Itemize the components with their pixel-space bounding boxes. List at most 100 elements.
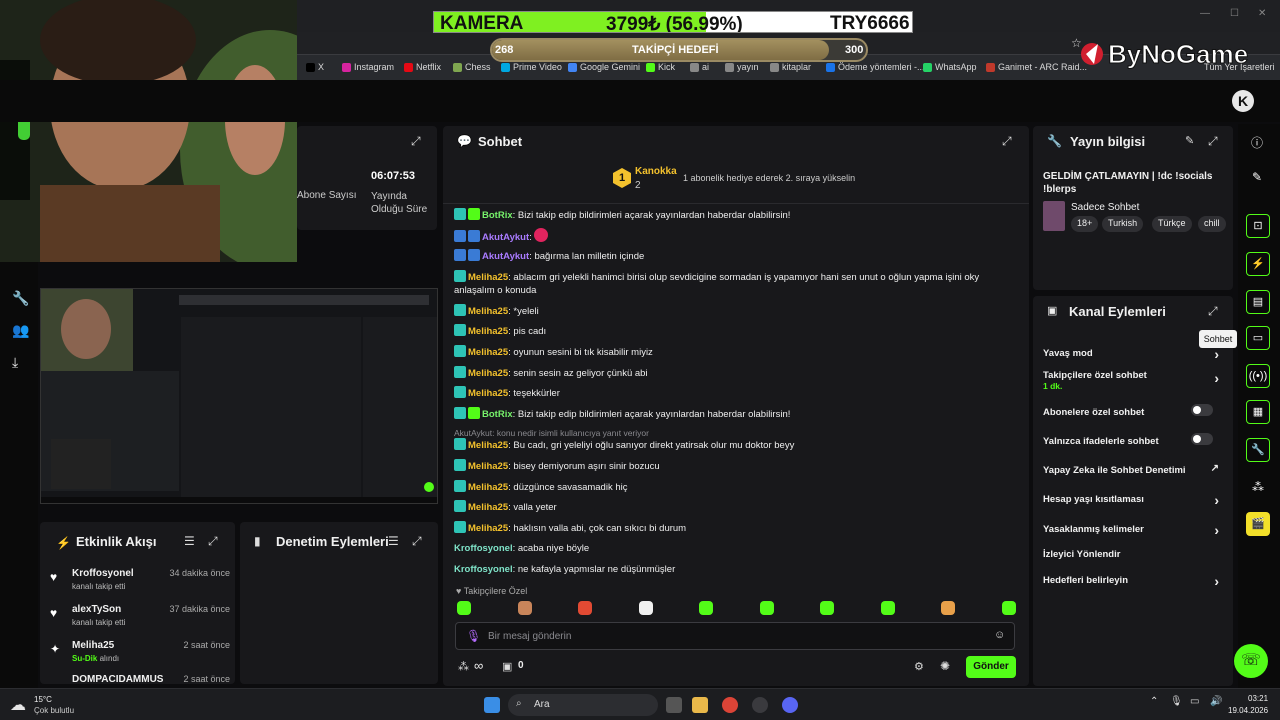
chat-username[interactable]: Meliha25 <box>468 388 508 399</box>
category-name[interactable]: Sadece Sohbet <box>1071 202 1139 213</box>
emote-icon[interactable] <box>1001 601 1016 615</box>
points-icon[interactable]: ⁂ <box>458 660 469 673</box>
bookmark-item[interactable]: Netflix <box>404 62 441 72</box>
bolt-icon[interactable]: ⚡ <box>1246 252 1270 276</box>
stream-preview[interactable] <box>40 288 438 504</box>
emote-icon[interactable] <box>820 601 834 615</box>
toggle-switch[interactable] <box>1191 433 1213 445</box>
emoji-icon[interactable]: ☺ <box>994 629 1005 641</box>
wrench-icon[interactable]: 🔧 <box>1246 438 1270 462</box>
wrench-icon[interactable]: 🔧 <box>12 290 29 307</box>
chat-username[interactable]: Meliha25 <box>468 440 508 451</box>
filter-icon[interactable]: ☰ <box>184 534 195 548</box>
emote-icon[interactable] <box>699 601 713 615</box>
bookmark-item[interactable]: Kick <box>646 62 675 72</box>
document-icon[interactable]: ▤ <box>1246 290 1270 314</box>
bookmark-item[interactable]: Google Gemini <box>568 62 640 72</box>
bookmark-item[interactable]: Instagram <box>342 62 394 72</box>
chat-username[interactable]: AkutAykut <box>482 251 529 262</box>
emote-icon[interactable] <box>578 601 592 615</box>
bookmark-item[interactable]: Ödeme yöntemleri -... <box>826 62 925 72</box>
emote-icon[interactable] <box>880 601 895 615</box>
chat-username[interactable]: AkutAykut <box>482 232 529 243</box>
gift-icon[interactable]: ▣ <box>502 660 512 673</box>
layout-icon[interactable]: ▦ <box>1246 400 1270 424</box>
broadcast-icon[interactable]: ((•)) <box>1246 364 1270 388</box>
tag[interactable]: chill <box>1198 216 1226 232</box>
send-button[interactable]: Gönder <box>966 656 1016 678</box>
emote-icon[interactable] <box>638 601 653 615</box>
tag[interactable]: 18+ <box>1071 216 1099 232</box>
settings-icon[interactable]: ⚙ <box>914 660 924 673</box>
channel-action-item[interactable]: Hedefleri belirleyin › <box>1043 573 1225 589</box>
discord-icon[interactable] <box>782 697 798 713</box>
obs-icon[interactable] <box>752 697 768 713</box>
kick-logo-icon[interactable]: K <box>1232 90 1254 112</box>
chat-username[interactable]: BotRix <box>482 409 513 420</box>
chat-icon[interactable]: ▭ <box>1246 326 1270 350</box>
chat-username[interactable]: BotRix <box>482 210 513 221</box>
chat-username[interactable]: Meliha25 <box>468 326 508 337</box>
mic-icon[interactable]: 🎙 <box>466 629 481 643</box>
leader-user[interactable]: Kanokka <box>635 166 677 177</box>
bookmark-item[interactable]: Prime Video <box>501 62 562 72</box>
mic-icon[interactable]: 🎙 <box>1170 696 1183 707</box>
channel-action-item[interactable]: Yapay Zeka ile Sohbet Denetimi ↗ <box>1043 463 1225 476</box>
info-icon[interactable]: ⓘ <box>1251 134 1263 151</box>
close-icon[interactable]: ✕ <box>1258 8 1266 19</box>
channel-action-item[interactable]: Yalnızca ifadelerle sohbet <box>1043 433 1225 447</box>
bookmark-item[interactable]: X <box>306 62 324 72</box>
explorer-icon[interactable] <box>692 697 708 713</box>
download-icon[interactable]: ⤓ <box>12 354 18 371</box>
channel-action-item[interactable]: Yasaklanmış kelimeler › <box>1043 522 1225 538</box>
chat-username[interactable]: Meliha25 <box>468 523 508 534</box>
expand-icon[interactable]: ⤢ <box>1002 134 1012 149</box>
chat-username[interactable]: Meliha25 <box>468 368 508 379</box>
edit-icon[interactable]: ✎ <box>1252 170 1262 184</box>
emote-icon[interactable] <box>457 601 471 615</box>
network-icon[interactable]: ▭ <box>1190 696 1199 707</box>
emote-icon[interactable] <box>759 601 774 615</box>
chat-input[interactable]: 🎙 Bir mesaj gönderin ☺ <box>455 622 1015 650</box>
channel-action-item[interactable]: Hesap yaşı kısıtlaması › <box>1043 492 1225 508</box>
users-icon[interactable]: 👥 <box>12 322 29 339</box>
channel-action-item[interactable]: Yavaş mod › <box>1043 346 1225 362</box>
tag[interactable]: Türkçe <box>1152 216 1192 232</box>
chat-username[interactable]: Meliha25 <box>468 502 508 513</box>
chat-username[interactable]: Meliha25 <box>468 347 508 358</box>
toggle-switch[interactable] <box>1191 404 1213 416</box>
chrome-icon[interactable] <box>722 697 738 713</box>
channel-action-item[interactable]: İzleyici Yönlendir <box>1043 549 1225 560</box>
chat-username[interactable]: Kroffosyonel <box>454 543 513 554</box>
expand-icon[interactable]: ⤢ <box>1208 134 1218 149</box>
task-view-icon[interactable] <box>666 697 682 713</box>
target-icon[interactable]: ⊡ <box>1246 214 1270 238</box>
expand-icon[interactable]: ⤢ <box>1208 304 1218 319</box>
bookmark-item[interactable]: yayın <box>725 62 759 72</box>
bookmark-item[interactable]: Ganimet - ARC Raid... <box>986 62 1087 72</box>
maximize-icon[interactable]: ☐ <box>1230 8 1239 19</box>
chat-username[interactable]: Meliha25 <box>468 306 508 317</box>
bookmark-item[interactable]: kitaplar <box>770 62 811 72</box>
chat-username[interactable]: Meliha25 <box>468 482 508 493</box>
channel-action-item[interactable]: Takipçilere özel sohbet 1 dk. › <box>1043 370 1225 391</box>
bookmark-item[interactable]: WhatsApp <box>923 62 977 72</box>
filter-icon[interactable]: ☰ <box>388 534 399 548</box>
taskbar-search[interactable]: ⌕ Ara <box>508 694 658 716</box>
edit-icon[interactable]: ✎ <box>1185 134 1194 147</box>
expand-icon[interactable]: ⤢ <box>411 134 421 149</box>
coins-icon[interactable]: ⁂ <box>1252 480 1264 494</box>
support-chat-icon[interactable]: ☏ <box>1234 644 1268 678</box>
emote-icon[interactable] <box>941 601 955 615</box>
expand-icon[interactable]: ⤢ <box>208 534 218 549</box>
clapper-icon[interactable]: 🎬 <box>1246 512 1270 536</box>
channel-action-item[interactable]: Abonelere özel sohbet <box>1043 404 1225 418</box>
expand-icon[interactable]: ⤢ <box>412 534 422 549</box>
emote-icon[interactable] <box>517 601 532 615</box>
minimize-icon[interactable]: — <box>1200 8 1210 19</box>
chat-username[interactable]: Kroffosyonel <box>454 564 513 575</box>
bot-icon[interactable]: ✺ <box>940 659 950 673</box>
volume-icon[interactable]: 🔊 <box>1210 696 1222 707</box>
start-icon[interactable] <box>484 697 500 713</box>
bookmark-item[interactable]: ai <box>690 62 709 72</box>
